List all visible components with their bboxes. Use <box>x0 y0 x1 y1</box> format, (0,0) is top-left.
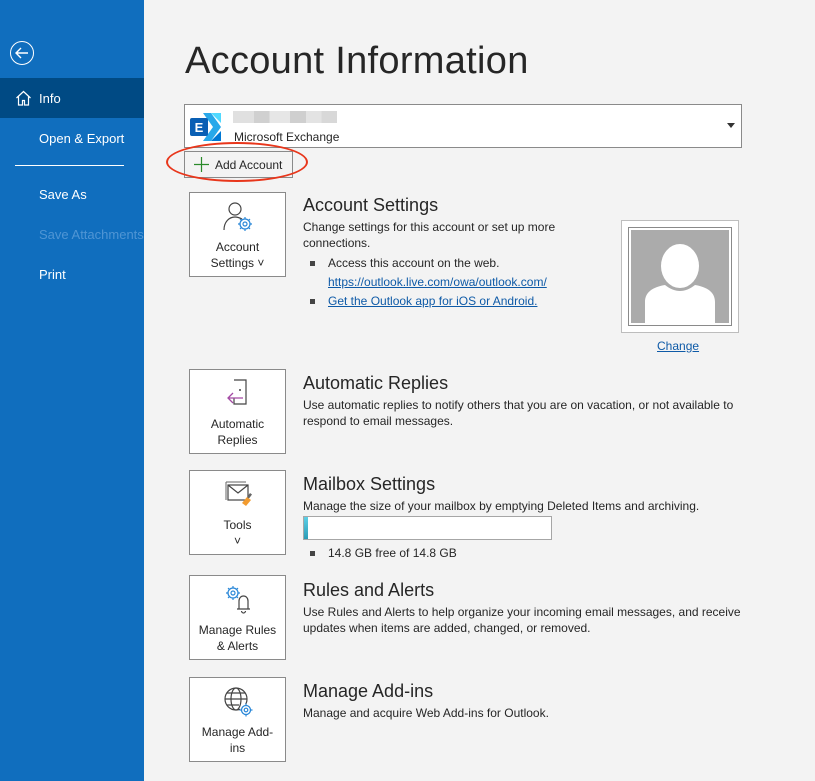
section-title: Rules and Alerts <box>303 580 435 600</box>
sidebar-item-label: Save As <box>39 186 87 202</box>
account-settings-button[interactable]: Account Settings ˅ <box>189 192 286 277</box>
svg-text:E: E <box>195 120 204 135</box>
automatic-replies-icon <box>226 379 247 405</box>
sidebar-item-label: Save Attachments <box>39 226 144 242</box>
home-icon <box>16 90 31 106</box>
back-arrow-icon <box>15 47 28 59</box>
profile-picture <box>621 220 739 333</box>
quota-bar-fill <box>304 517 308 539</box>
tile-label: & Alerts <box>216 639 259 653</box>
sidebar-item-save-as[interactable]: Save As <box>0 174 144 214</box>
exchange-logo-icon: E <box>190 113 221 141</box>
tile-label: Tools <box>223 518 252 532</box>
tile-label: Automatic <box>210 417 265 431</box>
manage-addins-button[interactable]: Manage Add- ins <box>189 677 286 762</box>
page-title: Account Information <box>185 40 529 82</box>
person-placeholder-icon <box>645 244 715 323</box>
mailbox-settings-section: Mailbox Settings Manage the size of your… <box>303 474 743 563</box>
globe-gear-icon <box>223 687 252 717</box>
dropdown-arrow-icon[interactable] <box>727 123 735 128</box>
main-content: Account Information E Microsoft Exchange… <box>144 0 815 781</box>
mailbox-cleanup-icon <box>225 481 252 506</box>
section-title: Mailbox Settings <box>303 474 436 494</box>
account-selector[interactable]: E Microsoft Exchange <box>184 104 742 148</box>
mailbox-quota-bar <box>303 516 552 540</box>
tile-label: ins <box>229 741 246 755</box>
account-type: Microsoft Exchange <box>234 130 340 144</box>
add-account-button[interactable]: Add Account <box>184 151 293 178</box>
add-account-label: Add Account <box>215 158 283 172</box>
section-description: Use automatic replies to notify others t… <box>303 398 734 428</box>
sidebar-item-info[interactable]: Info <box>0 78 144 118</box>
outlook-app-link[interactable]: Get the Outlook app for iOS or Android. <box>328 294 537 308</box>
account-settings-section: Account Settings Change settings for thi… <box>303 195 603 311</box>
owa-link[interactable]: https://outlook.live.com/owa/outlook.com… <box>328 275 547 289</box>
sidebar-item-label: Open & Export <box>39 130 125 146</box>
section-title: Account Settings <box>303 195 439 215</box>
section-title: Manage Add-ins <box>303 681 434 701</box>
section-description: Manage and acquire Web Add-ins for Outlo… <box>303 706 549 720</box>
sidebar-divider <box>15 165 124 166</box>
section-description: Manage the size of your mailbox by empty… <box>303 499 700 513</box>
sidebar-item-save-attachments: Save Attachments <box>0 214 144 254</box>
back-button[interactable] <box>10 41 34 65</box>
section-description: Use Rules and Alerts to help organize yo… <box>303 605 741 635</box>
sidebar-item-print[interactable]: Print <box>0 254 144 294</box>
plus-icon <box>194 157 209 172</box>
manage-addins-section: Manage Add-ins Manage and acquire Web Ad… <box>303 681 743 721</box>
sidebar-item-label: Info <box>39 90 61 106</box>
chevron-down-icon: ˅ <box>233 534 241 548</box>
section-title: Automatic Replies <box>303 373 449 393</box>
tile-label: Manage Add- <box>201 725 274 739</box>
account-email-redacted <box>233 111 337 123</box>
change-photo-link[interactable]: Change <box>657 339 699 353</box>
rules-alerts-section: Rules and Alerts Use Rules and Alerts to… <box>303 580 743 636</box>
automatic-replies-button[interactable]: Automatic Replies <box>189 369 286 454</box>
sidebar-item-label: Print <box>39 266 66 282</box>
tile-label: Replies <box>217 433 258 447</box>
tile-label: Settings ˅ <box>210 256 265 270</box>
sidebar-item-open-export[interactable]: Open & Export <box>0 118 144 158</box>
account-settings-icon <box>222 202 252 231</box>
quota-text: 14.8 GB free of 14.8 GB <box>303 544 743 563</box>
tile-label: Manage Rules <box>198 623 277 637</box>
backstage-sidebar: Info Open & Export Save As Save Attachme… <box>0 0 144 781</box>
manage-rules-alerts-button[interactable]: Manage Rules & Alerts <box>189 575 286 660</box>
automatic-replies-section: Automatic Replies Use automatic replies … <box>303 373 743 429</box>
tile-label: Account <box>215 240 260 254</box>
bullet-item: Access this account on the web. <box>303 254 603 273</box>
rules-alerts-icon <box>225 586 250 614</box>
tools-button[interactable]: Tools ˅ <box>189 470 286 555</box>
section-description: Change settings for this account or set … <box>303 220 556 250</box>
